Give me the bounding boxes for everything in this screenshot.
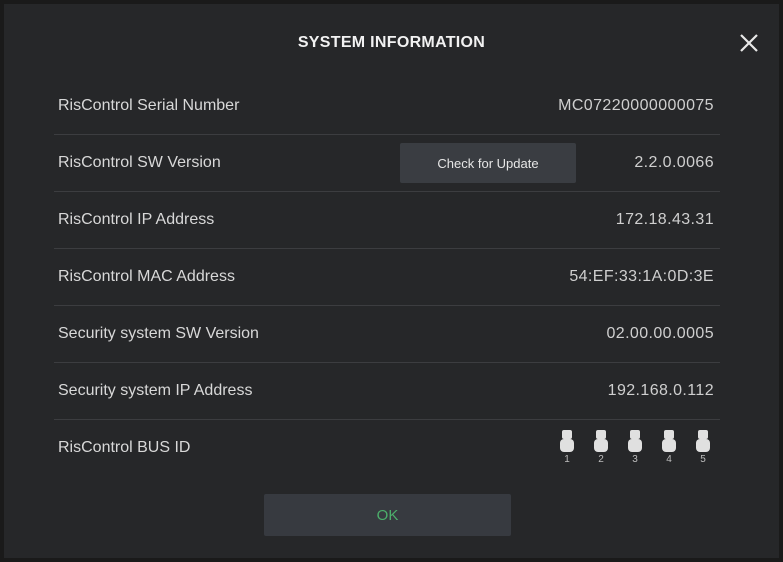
security-sw-version-row: Security system SW Version 02.00.00.0005	[54, 306, 720, 363]
toggle-switch-icon	[696, 430, 710, 452]
dip-switch-1[interactable]: 1	[550, 428, 584, 468]
ok-button[interactable]: OK	[264, 494, 511, 536]
row-label: RisControl MAC Address	[58, 268, 235, 285]
dialog-title: SYSTEM INFORMATION	[297, 34, 486, 51]
sw-version-row: RisControl SW Version Check for Update 2…	[54, 135, 720, 192]
bus-id-dip-switches: 1 2 3 4 5	[550, 428, 720, 468]
row-label: RisControl BUS ID	[58, 439, 191, 456]
row-label: Security system SW Version	[58, 325, 259, 342]
info-list: RisControl Serial Number MC0722000000007…	[54, 78, 720, 476]
security-sw-version-value: 02.00.00.0005	[606, 325, 714, 342]
check-for-update-button[interactable]: Check for Update	[400, 143, 576, 183]
close-icon[interactable]	[734, 28, 764, 58]
dip-switch-number: 4	[666, 454, 672, 465]
security-ip-address-value: 192.168.0.112	[607, 382, 714, 399]
toggle-switch-icon	[662, 430, 676, 452]
security-ip-address-row: Security system IP Address 192.168.0.112	[54, 363, 720, 420]
bus-id-row: RisControl BUS ID 1 2 3 4 5	[54, 420, 720, 476]
ip-address-value: 172.18.43.31	[615, 211, 714, 228]
serial-number-value: MC07220000000075	[558, 97, 714, 114]
mac-address-value: 54:EF:33:1A:0D:3E	[569, 268, 714, 285]
row-label: RisControl IP Address	[58, 211, 215, 228]
toggle-switch-icon	[560, 430, 574, 452]
row-label: RisControl SW Version	[58, 154, 221, 171]
dip-switch-number: 2	[598, 454, 604, 465]
toggle-switch-icon	[628, 430, 642, 452]
dip-switch-4[interactable]: 4	[652, 428, 686, 468]
serial-number-row: RisControl Serial Number MC0722000000007…	[54, 78, 720, 135]
system-information-dialog: SYSTEM INFORMATION RisControl Serial Num…	[4, 4, 779, 558]
row-label: RisControl Serial Number	[58, 97, 240, 114]
dip-switch-number: 1	[564, 454, 570, 465]
dip-switch-number: 3	[632, 454, 638, 465]
mac-address-row: RisControl MAC Address 54:EF:33:1A:0D:3E	[54, 249, 720, 306]
dip-switch-2[interactable]: 2	[584, 428, 618, 468]
toggle-switch-icon	[594, 430, 608, 452]
dip-switch-3[interactable]: 3	[618, 428, 652, 468]
row-label: Security system IP Address	[58, 382, 253, 399]
dip-switch-number: 5	[700, 454, 706, 465]
dip-switch-5[interactable]: 5	[686, 428, 720, 468]
ip-address-row: RisControl IP Address 172.18.43.31	[54, 192, 720, 249]
sw-version-value: 2.2.0.0066	[634, 154, 714, 171]
